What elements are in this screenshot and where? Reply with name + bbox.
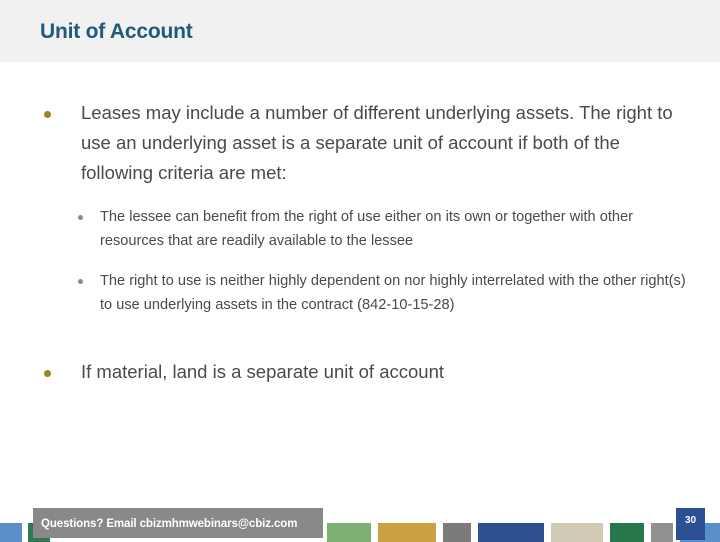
bullet-item-level1: If material, land is a separate unit of …: [44, 357, 684, 387]
title-band: Unit of Account: [0, 0, 720, 62]
footer-color-chip: [610, 523, 644, 542]
page-number: 30: [684, 515, 697, 526]
sub-bullet-text: The lessee can benefit from the right of…: [100, 209, 633, 249]
bullet-text: Leases may include a number of different…: [81, 102, 673, 183]
page-number-badge: 30: [676, 508, 705, 540]
page-title: Unit of Account: [40, 20, 193, 43]
footer-color-chip: [551, 523, 603, 542]
footer-color-chip: [478, 523, 544, 542]
bullet-item-level2: The lessee can benefit from the right of…: [78, 205, 690, 253]
bullet-item-level2: The right to use is neither highly depen…: [78, 269, 690, 317]
sub-bullet-dot-icon: [78, 215, 83, 220]
slide-body: Leases may include a number of different…: [0, 62, 720, 502]
slide: Unit of Account Leases may include a num…: [0, 0, 720, 542]
questions-banner: Questions? Email cbizmhmwebinars@cbiz.co…: [33, 508, 323, 538]
sub-bullet-text: The right to use is neither highly depen…: [100, 273, 686, 313]
bullet-dot-icon: [44, 370, 51, 377]
questions-banner-text: Questions? Email cbizmhmwebinars@cbiz.co…: [41, 518, 298, 530]
footer-color-chip: [327, 523, 371, 542]
footer-color-chip: [443, 523, 471, 542]
footer-color-chip: [378, 523, 436, 542]
sub-bullet-dot-icon: [78, 279, 83, 284]
bullet-dot-icon: [44, 111, 51, 118]
bullet-item-level1: Leases may include a number of different…: [44, 98, 684, 188]
footer-color-chip: [0, 523, 22, 542]
bullet-text: If material, land is a separate unit of …: [81, 361, 445, 382]
slide-footer: Questions? Email cbizmhmwebinars@cbiz.co…: [0, 502, 720, 542]
footer-color-chip: [651, 523, 673, 542]
